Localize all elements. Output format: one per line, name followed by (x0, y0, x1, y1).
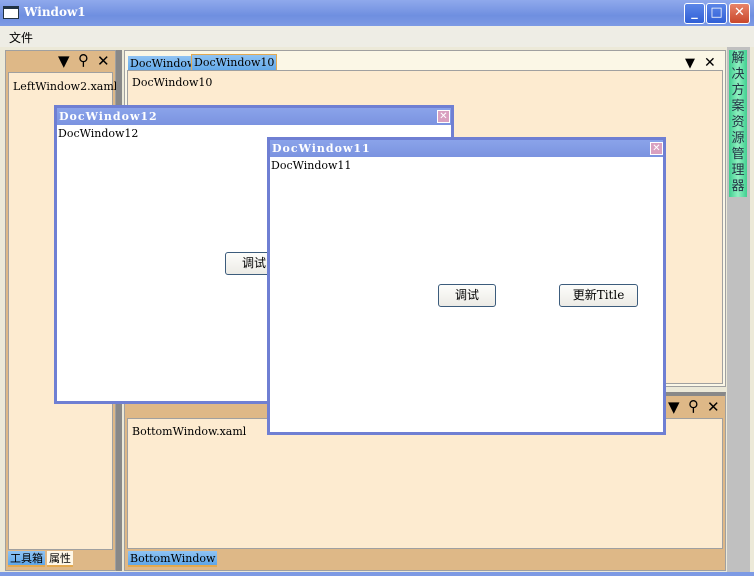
maximize-button[interactable]: □ (706, 3, 727, 24)
left-content-text: LeftWindow2.xaml (13, 80, 118, 93)
docwindow11-title: DocWindow11 (272, 142, 371, 155)
dropdown-icon[interactable]: ▼ (685, 56, 695, 71)
bottom-content-text: BottomWindow.xaml (132, 425, 247, 438)
menu-bar: 文件 (0, 26, 754, 47)
docwindow12-content-text: DocWindow12 (58, 127, 139, 140)
docwindow11-close-button[interactable]: ✕ (650, 142, 663, 155)
dropdown-icon[interactable]: ▼ (668, 398, 680, 416)
docwindow11-titlebar[interactable]: DocWindow11 (270, 140, 663, 157)
dropdown-icon[interactable]: ▼ (58, 52, 70, 70)
update-title-button[interactable]: 更新Title (559, 284, 638, 307)
floating-docwindow11: DocWindow11 ✕ DocWindow11 调试 更新Title (267, 137, 666, 435)
pin-icon[interactable]: ⚲ (78, 51, 89, 69)
window-icon (3, 6, 19, 19)
close-icon[interactable]: ✕ (704, 55, 716, 71)
window-bottom-border (0, 572, 754, 576)
doc-content-text: DocWindow10 (132, 76, 213, 89)
tab-properties[interactable]: 属性 (47, 551, 73, 567)
minimize-button[interactable]: _ (684, 3, 705, 24)
bottom-content: BottomWindow.xaml (127, 418, 723, 549)
docwindow12-close-button[interactable]: ✕ (437, 110, 450, 123)
pin-icon[interactable]: ⚲ (688, 397, 699, 415)
left-pane-header: ▼ ⚲ ✕ (6, 51, 115, 71)
window-title: Window1 (24, 5, 86, 19)
solution-explorer-label: 解决方案资源管理器 (731, 51, 745, 194)
docwindow12-titlebar[interactable]: DocWindow12 (57, 108, 451, 125)
tab-toolbox[interactable]: 工具箱 (8, 551, 45, 567)
solution-explorer-tab[interactable]: 解决方案资源管理器 (729, 50, 747, 197)
docwindow11-content-text: DocWindow11 (271, 159, 352, 172)
tab-bottomwindow[interactable]: BottomWindow (128, 551, 218, 567)
close-button[interactable]: ✕ (729, 3, 750, 24)
docwindow12-title: DocWindow12 (59, 110, 158, 123)
menu-file[interactable]: 文件 (9, 29, 33, 46)
docwindow11-debug-button[interactable]: 调试 (438, 284, 496, 307)
close-icon[interactable]: ✕ (97, 52, 110, 70)
close-icon[interactable]: ✕ (707, 398, 720, 416)
title-bar: Window1 _ □ ✕ (0, 0, 754, 26)
